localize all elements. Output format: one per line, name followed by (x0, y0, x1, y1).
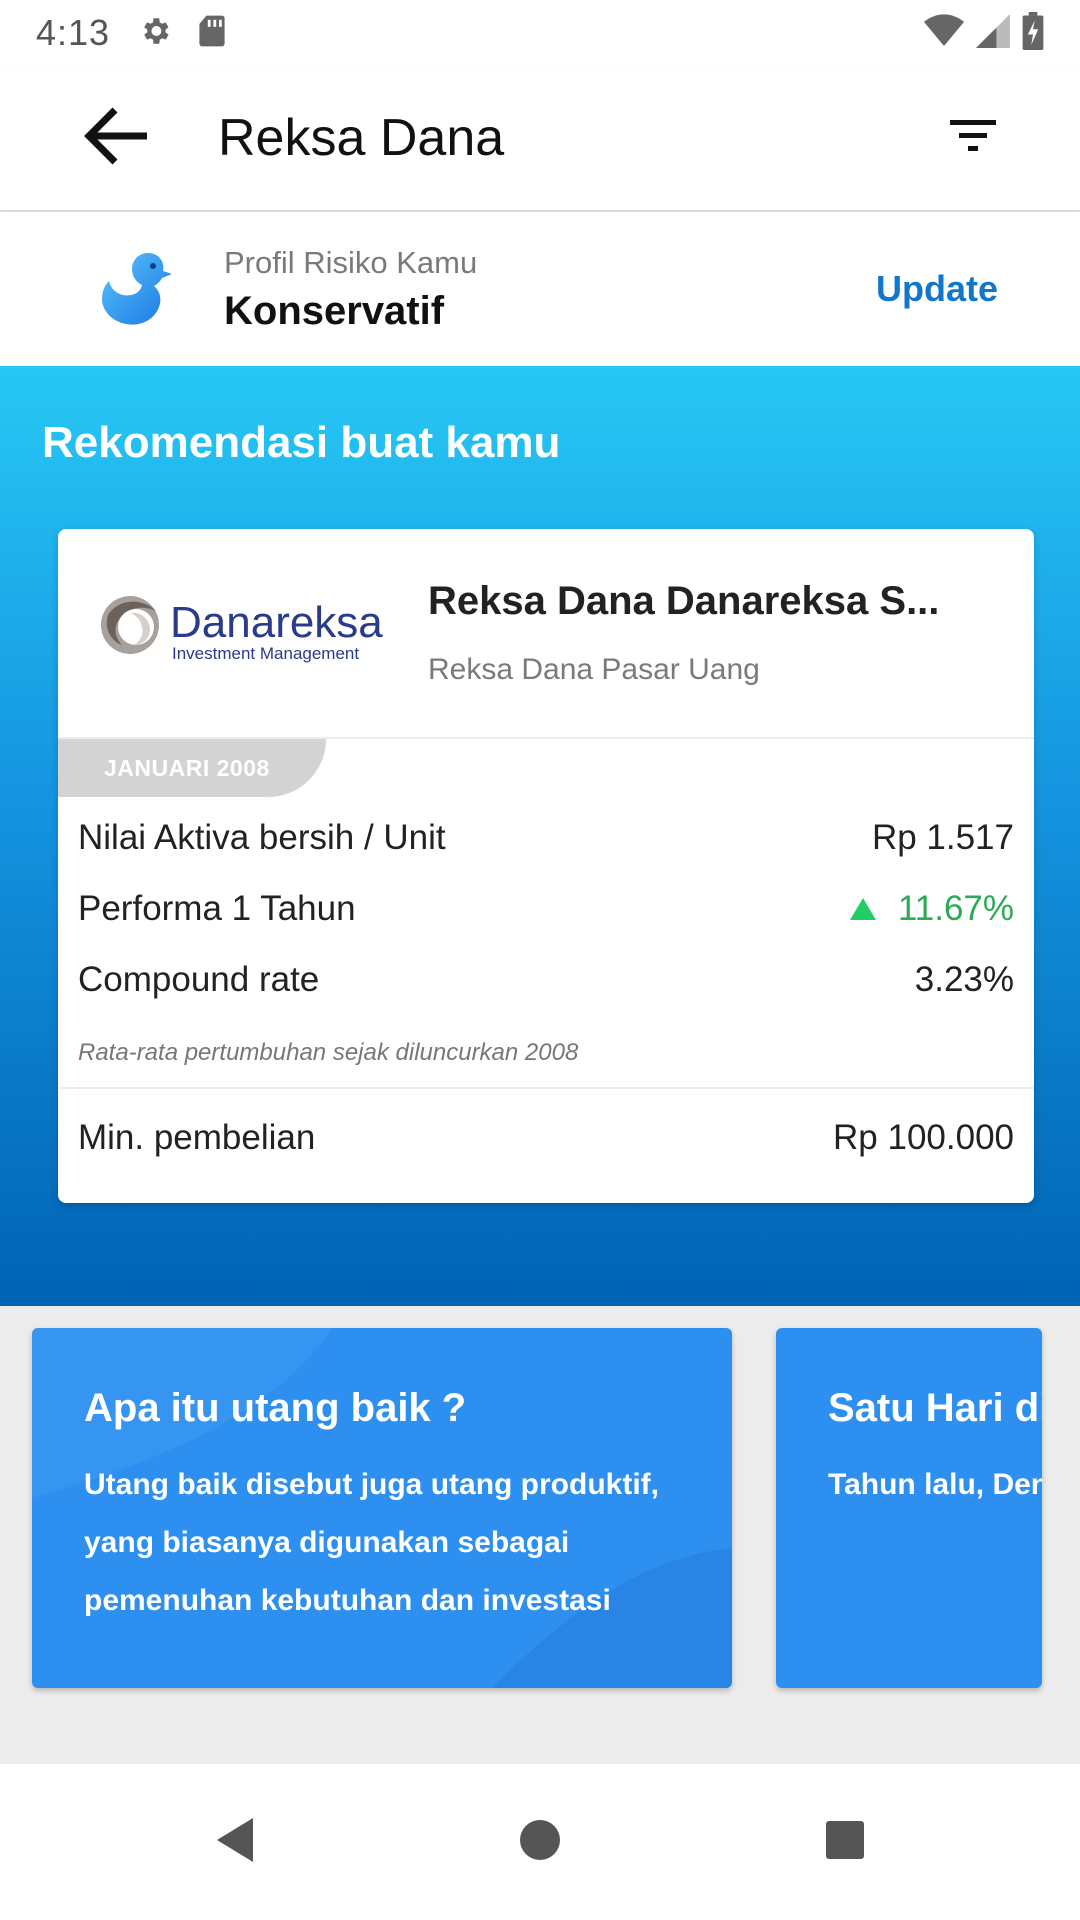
article-card[interactable]: Apa itu utang baik ? Utang baik disebut … (32, 1328, 732, 1688)
date-tag: JANUARI 2008 (58, 739, 326, 797)
performance-value: 11.67% (897, 889, 1014, 928)
duck-icon (98, 247, 182, 331)
min-purchase-label: Min. pembelian (78, 1118, 316, 1157)
system-nav-bar (0, 1764, 1080, 1920)
filter-button[interactable] (928, 93, 1018, 183)
status-time: 4:13 (36, 12, 111, 53)
logo-tagline: Investment Management (172, 644, 359, 663)
fund-type: Reksa Dana Pasar Uang (428, 653, 760, 686)
home-circle-icon (518, 1818, 562, 1867)
back-triangle-icon (213, 1816, 257, 1869)
nav-recents-button[interactable] (800, 1797, 890, 1887)
battery-icon (1022, 11, 1044, 55)
screen: 4:13 Reksa Dana Profil Risiko Kamu Konse… (0, 0, 1080, 1920)
app-bar: Reksa Dana (0, 66, 1080, 210)
compound-row: Compound rate 3.23% (78, 960, 1014, 1000)
recommendation-section: Rekomendasi buat kamu Danareksa Investme… (0, 366, 1080, 1306)
nav-row: Nilai Aktiva bersih / Unit Rp 1.517 (78, 818, 1014, 858)
page-title: Reksa Dana (218, 109, 505, 167)
article-card[interactable]: Satu Hari di Tahun lalu, Den Festival (776, 1328, 1042, 1688)
performance-label: Performa 1 Tahun (78, 889, 356, 928)
gear-icon (138, 14, 172, 53)
triangle-up-icon (849, 889, 876, 929)
danareksa-logo: Danareksa Investment Management (100, 585, 390, 675)
update-button[interactable]: Update (876, 268, 998, 310)
nav-home-button[interactable] (495, 1797, 585, 1887)
logo-wordmark: Danareksa (170, 598, 383, 647)
divider (58, 1087, 1034, 1089)
article-title: Satu Hari di (828, 1386, 1042, 1430)
compound-label: Compound rate (78, 960, 320, 999)
risk-profile-value: Konservatif (224, 288, 445, 333)
article-title: Apa itu utang baik ? (84, 1386, 467, 1430)
article-body: Tahun lalu, Den Festival (828, 1468, 1042, 1501)
min-purchase-row: Min. pembelian Rp 100.000 (78, 1118, 1014, 1158)
performance-row: Performa 1 Tahun 11.67% (78, 889, 1014, 929)
fund-card[interactable]: Danareksa Investment Management Reksa Da… (58, 529, 1034, 1203)
fund-name: Reksa Dana Danareksa S... (428, 579, 940, 623)
article-body: Utang baik disebut juga utang produktif,… (84, 1468, 659, 1617)
compound-value: 3.23% (914, 960, 1014, 999)
sd-card-icon (198, 14, 226, 53)
back-button[interactable] (66, 88, 166, 188)
wifi-icon (924, 13, 964, 53)
recommendation-title: Rekomendasi buat kamu (42, 418, 561, 467)
fund-card-header: Danareksa Investment Management Reksa Da… (58, 529, 1034, 739)
filter-icon (950, 118, 996, 159)
compound-note: Rata-rata pertumbuhan sejak diluncurkan … (78, 1039, 579, 1066)
risk-profile-label: Profil Risiko Kamu (224, 244, 478, 280)
recents-square-icon (823, 1818, 867, 1867)
nav-back-button[interactable] (190, 1797, 280, 1887)
status-bar: 4:13 (0, 0, 1080, 66)
nav-label: Nilai Aktiva bersih / Unit (78, 818, 446, 857)
min-purchase-value: Rp 100.000 (833, 1118, 1014, 1157)
arrow-left-icon (83, 106, 149, 171)
nav-value: Rp 1.517 (871, 818, 1014, 857)
risk-profile-row: Profil Risiko Kamu Konservatif Update (0, 212, 1080, 366)
signal-icon (976, 13, 1010, 53)
